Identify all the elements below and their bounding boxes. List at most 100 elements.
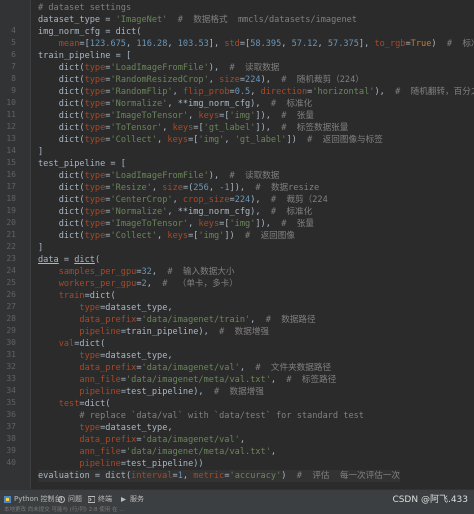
code-token: # 文件夹数据路径 — [255, 363, 332, 373]
code-line[interactable]: dict(type='RandomFlip', flip_prob=0.5, d… — [38, 86, 474, 98]
code-line[interactable]: dict(type='Collect', keys=['img', 'gt_la… — [38, 134, 383, 146]
terminal-icon — [87, 495, 96, 503]
code-line[interactable]: test_pipeline = [ — [38, 158, 126, 170]
code-line[interactable]: pipeline=test_pipeline)) — [38, 458, 203, 470]
code-token: keys — [198, 219, 220, 229]
code-token: # 张量 — [281, 111, 314, 121]
line-number: 9 — [11, 86, 16, 95]
code-token: ] — [38, 243, 44, 253]
code-token: # 数据格式 mmcls/datasets/imagenet — [177, 15, 357, 25]
services-icon — [120, 496, 127, 503]
code-token: , — [239, 435, 246, 445]
line-number: 27 — [6, 302, 16, 311]
code-token: =[ — [219, 219, 230, 229]
tool-terminal[interactable]: 终端 — [87, 494, 112, 504]
tool-window-bar: Python 控制台 问题 终端 服务 CSDN @阿飞.433 本地更改 尚未… — [0, 489, 474, 514]
code-token: type — [84, 195, 106, 205]
code-token: # 标签路径 — [286, 375, 337, 385]
tool-problems[interactable]: 问题 — [58, 494, 82, 504]
code-token: pipeline — [79, 327, 121, 337]
code-token: type — [84, 231, 106, 241]
code-line[interactable]: data_prefix='data/imagenet/train', # 数据路… — [38, 314, 315, 326]
code-token: ), — [208, 63, 230, 73]
code-line[interactable]: img_norm_cfg = dict( — [38, 26, 141, 38]
code-token: keys — [167, 135, 189, 145]
code-line[interactable]: dict(type='ToTensor', keys=['gt_label'])… — [38, 122, 349, 134]
code-line[interactable]: dict(type='LoadImageFromFile'), # 读取数据 — [38, 62, 280, 74]
code-line[interactable]: dict(type='ImageToTensor', keys=['img'])… — [38, 218, 314, 230]
code-token: keys — [172, 123, 194, 133]
code-token: , — [151, 267, 168, 277]
code-line[interactable]: test=dict( — [38, 398, 111, 410]
code-line[interactable]: ] — [38, 242, 43, 254]
code-token: data_prefix — [79, 363, 137, 373]
code-token: dict( — [38, 219, 85, 229]
line-number: 31 — [6, 350, 16, 359]
code-line[interactable]: # dataset settings — [38, 2, 131, 14]
code-line[interactable]: train=dict( — [38, 290, 116, 302]
code-token: pipeline — [79, 387, 121, 397]
code-line[interactable]: ann_file='data/imagenet/meta/val.txt', #… — [38, 374, 336, 386]
code-line[interactable]: type=dataset_type, — [38, 422, 172, 434]
code-token: , **img_norm_cfg), — [167, 99, 271, 109]
code-token: 'gt_label' — [203, 123, 256, 133]
code-token: ] — [38, 147, 44, 157]
line-number: 19 — [6, 206, 16, 215]
code-editor[interactable]: 4 5 6 7 8 9 10 11 12 13 14 15 16 17 18 19 20 21 22 23 24 25 26… — [0, 0, 474, 489]
code-line[interactable]: dict(type='Resize', size=(256, -1]), # 数… — [38, 182, 320, 194]
code-token: =dataset_type, — [100, 303, 173, 313]
code-token: , — [208, 75, 220, 85]
code-line[interactable]: # replace `data/val` with `data/test` fo… — [38, 410, 364, 422]
code-line[interactable]: evaluation = dict(interval=1, metric='ac… — [38, 470, 401, 482]
code-line[interactable]: type=dataset_type, — [38, 350, 172, 362]
code-token: = — [58, 255, 75, 265]
code-token: direction — [260, 87, 308, 97]
code-token: type — [84, 135, 106, 145]
line-number: 12 — [6, 122, 16, 131]
code-line[interactable]: dict(type='LoadImageFromFile'), # 读取数据 — [38, 170, 280, 182]
code-token: 103.53 — [177, 39, 209, 49]
code-line[interactable]: data = dict( — [38, 254, 100, 266]
code-line[interactable]: val=dict( — [38, 338, 106, 350]
line-number: 34 — [6, 386, 16, 395]
code-token: type — [84, 99, 106, 109]
code-token: dict( — [38, 183, 85, 193]
code-line[interactable]: dict(type='RandomResizedCrop', size=224)… — [38, 74, 364, 86]
code-line[interactable]: workers_per_gpu=2, # （单卡，多卡） — [38, 278, 238, 290]
code-token: , — [224, 135, 235, 145]
code-line[interactable]: dict(type='CenterCrop', crop_size=224), … — [38, 194, 328, 206]
code-line[interactable]: dataset_type = 'ImageNet' # 数据格式 mmcls/d… — [38, 14, 357, 26]
code-line[interactable]: dict(type='Normalize', **img_norm_cfg), … — [38, 98, 313, 110]
code-line[interactable]: mean=[123.675, 116.28, 103.53], std=[58.… — [38, 38, 474, 50]
code-token: , — [250, 315, 266, 325]
code-token: 'ToTensor' — [110, 123, 163, 133]
code-line[interactable]: ann_file='data/imagenet/meta/val.txt', — [38, 446, 276, 458]
code-line[interactable]: pipeline=train_pipeline), # 数据增强 — [38, 326, 269, 338]
code-line[interactable]: samples_per_gpu=32, # 输入数据大小 — [38, 266, 235, 278]
code-line[interactable]: pipeline=test_pipeline), # 数据增强 — [38, 386, 263, 398]
code-line[interactable]: train_pipeline = [ — [38, 50, 131, 62]
code-line[interactable]: ] — [38, 146, 43, 158]
code-line[interactable]: dict(type='Collect', keys=['img']) # 返回图… — [38, 230, 295, 242]
code-token: 'RandomFlip' — [110, 87, 173, 97]
code-line[interactable]: dict(type='Normalize', **img_norm_cfg), … — [38, 206, 313, 218]
code-line[interactable]: dict(type='ImageToTensor', keys=['img'])… — [38, 110, 314, 122]
code-token: # 标签数据张量 — [281, 123, 349, 133]
code-token: # 返回图像与标签 — [307, 135, 383, 145]
code-token: 58.395 — [250, 39, 282, 49]
code-line[interactable]: data_prefix='data/imagenet/val', — [38, 434, 245, 446]
code-line[interactable]: data_prefix='data/imagenet/val', # 文件夹数据… — [38, 362, 331, 374]
code-token: ) — [281, 471, 297, 481]
line-number: 18 — [6, 194, 16, 203]
code-token: , — [208, 183, 220, 193]
code-token: test — [58, 399, 80, 409]
code-token: ], — [208, 39, 225, 49]
tool-python-console[interactable]: Python 控制台 — [4, 494, 62, 504]
tool-services[interactable]: 服务 — [120, 494, 144, 504]
code-line[interactable]: type=dataset_type, — [38, 302, 173, 314]
code-token: , — [172, 87, 183, 97]
